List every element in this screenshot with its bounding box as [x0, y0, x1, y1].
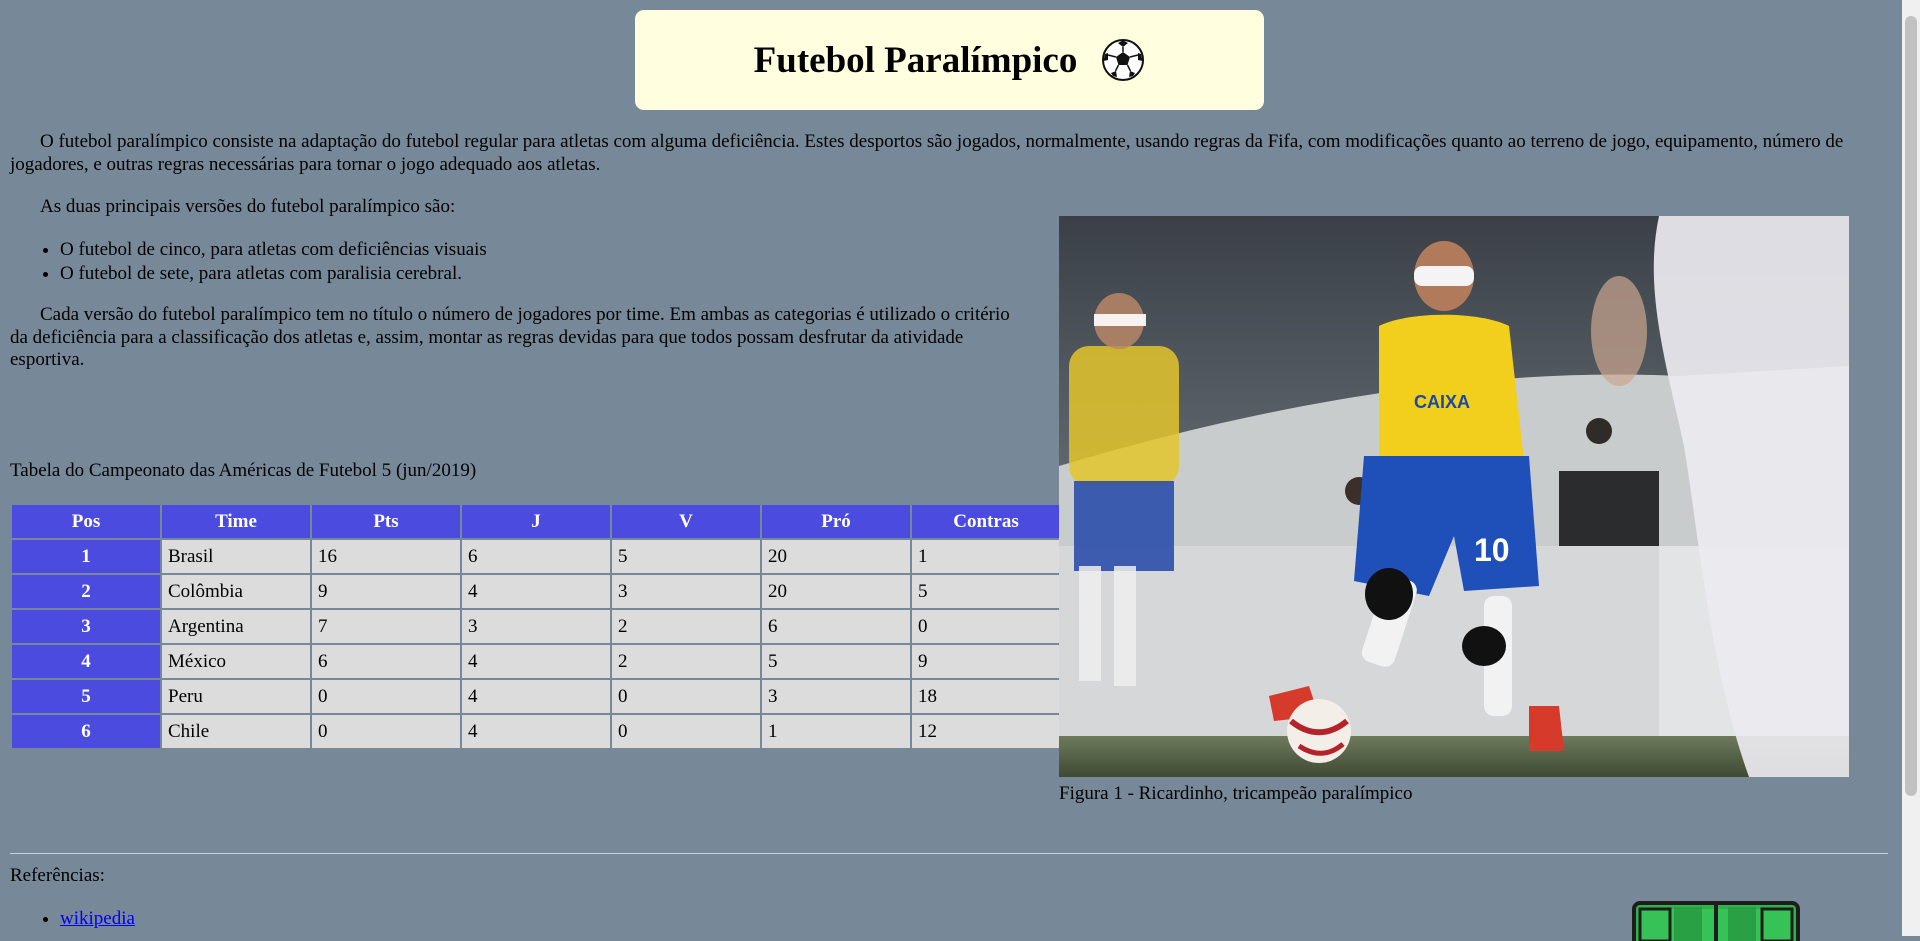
table-cell: 2 [12, 575, 160, 608]
table-cell: 9 [912, 645, 1060, 678]
table-cell: 12 [912, 715, 1060, 748]
standings-table: Pos Time Pts J V Pró Contras 1 Brasil 16… [10, 503, 1062, 750]
page-title: Futebol Paralímpico [753, 39, 1078, 81]
column-header: Pos [12, 505, 160, 538]
wikipedia-link[interactable]: wikipedia [60, 908, 135, 929]
versions-lead: As duas principais versões do futebol pa… [40, 196, 456, 217]
player-figure: CAIXA 10 Figura 1 - Ricardinho, tricampe… [1059, 216, 1849, 805]
table-cell: 0 [612, 715, 760, 748]
table-cell: 0 [612, 680, 760, 713]
table-cell: 18 [912, 680, 1060, 713]
column-header: Contras [912, 505, 1060, 538]
table-cell: Brasil [162, 540, 310, 573]
table-cell: 6 [12, 715, 160, 748]
column-header: Time [162, 505, 310, 538]
table-cell: 0 [912, 610, 1060, 643]
table-cell: 20 [762, 575, 910, 608]
table-row: 5 Peru 0 4 0 3 18 [12, 680, 1060, 713]
table-cell: 4 [462, 575, 610, 608]
soccer-ball-icon [1102, 39, 1145, 81]
table-cell: 6 [312, 645, 460, 678]
table-row: 1 Brasil 16 6 5 20 1 [12, 540, 1060, 573]
references-title: Referências: [10, 865, 105, 886]
table-header-row: Pos Time Pts J V Pró Contras [12, 505, 1060, 538]
table-cell: 16 [312, 540, 460, 573]
table-row: 2 Colômbia 9 4 3 20 5 [12, 575, 1060, 608]
figure-caption: Figura 1 - Ricardinho, tricampeão paralí… [1059, 783, 1413, 804]
column-header: Pts [312, 505, 460, 538]
table-cell: 3 [12, 610, 160, 643]
vertical-scrollbar[interactable] [1902, 0, 1920, 936]
table-cell: 7 [312, 610, 460, 643]
table-cell: 1 [12, 540, 160, 573]
table-cell: 0 [312, 715, 460, 748]
scrollbar-thumb[interactable] [1905, 16, 1917, 796]
table-cell: 1 [912, 540, 1060, 573]
table-cell: 2 [612, 610, 760, 643]
divider [10, 853, 1888, 854]
scroll-up-arrow-icon[interactable] [1902, 0, 1920, 14]
table-cell: México [162, 645, 310, 678]
table-cell: 4 [462, 645, 610, 678]
table-cell: 0 [312, 680, 460, 713]
table-cell: 5 [612, 540, 760, 573]
table-row: 6 Chile 0 4 0 1 12 [12, 715, 1060, 748]
table-cell: Chile [162, 715, 310, 748]
versions-list: O futebol de cinco, para atletas com def… [10, 238, 487, 286]
table-cell: 3 [762, 680, 910, 713]
table-cell: 5 [762, 645, 910, 678]
svg-text:10: 10 [1474, 532, 1510, 568]
table-cell: 9 [312, 575, 460, 608]
extra-paragraph: Cada versão do futebol paralímpico tem n… [10, 304, 1010, 370]
table-cell: 5 [912, 575, 1060, 608]
list-item: O futebol de sete, para atletas com para… [60, 262, 487, 286]
table-cell: 3 [462, 610, 610, 643]
references-list: wikipedia [10, 907, 135, 931]
list-item: O futebol de cinco, para atletas com def… [60, 238, 487, 262]
table-cell: Colômbia [162, 575, 310, 608]
svg-text:CAIXA: CAIXA [1414, 392, 1470, 412]
table-cell: 1 [762, 715, 910, 748]
table-cell: 4 [462, 680, 610, 713]
soccer-field-icon [1632, 901, 1800, 941]
column-header: J [462, 505, 610, 538]
table-cell: 6 [762, 610, 910, 643]
table-cell: Argentina [162, 610, 310, 643]
table-cell: 6 [462, 540, 610, 573]
table-cell: 5 [12, 680, 160, 713]
table-caption: Tabela do Campeonato das Américas de Fut… [10, 460, 477, 481]
player-photo: CAIXA 10 [1059, 216, 1849, 777]
header-box: Futebol Paralímpico [635, 10, 1264, 110]
table-cell: Peru [162, 680, 310, 713]
intro-paragraph: O futebol paralímpico consiste na adapta… [10, 131, 1844, 175]
table-row: 4 México 6 4 2 5 9 [12, 645, 1060, 678]
table-cell: 4 [462, 715, 610, 748]
table-row: 3 Argentina 7 3 2 6 0 [12, 610, 1060, 643]
table-cell: 4 [12, 645, 160, 678]
scroll-down-arrow-icon[interactable] [1902, 922, 1920, 936]
table-cell: 3 [612, 575, 760, 608]
column-header: Pró [762, 505, 910, 538]
table-cell: 2 [612, 645, 760, 678]
list-item: wikipedia [60, 907, 135, 931]
table-cell: 20 [762, 540, 910, 573]
column-header: V [612, 505, 760, 538]
